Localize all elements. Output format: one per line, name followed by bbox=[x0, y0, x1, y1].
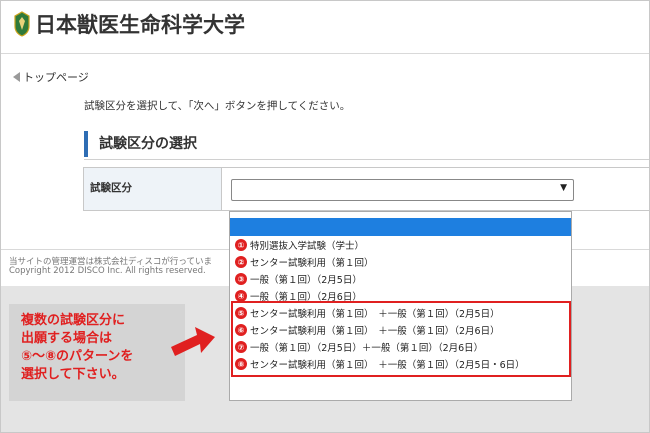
option-label: 特別選抜入学試験（学士） bbox=[250, 241, 365, 252]
callout-text: 複数の試験区分に 出願する場合は ⑤～⑧のパターンを 選択して下さい。 bbox=[21, 312, 133, 384]
site-logo[interactable]: 日本獣医生命科学大学 bbox=[13, 9, 245, 39]
callout-note: 複数の試験区分に 出願する場合は ⑤～⑧のパターンを 選択して下さい。 bbox=[9, 304, 185, 401]
university-emblem-icon bbox=[14, 11, 30, 37]
breadcrumb-label: トップページ bbox=[23, 71, 89, 84]
number-badge-icon: ② bbox=[235, 256, 247, 268]
breadcrumb-top-link[interactable]: トップページ bbox=[13, 69, 89, 85]
number-badge-icon: ③ bbox=[235, 273, 247, 285]
exam-category-form: 試験区分 ▼ bbox=[83, 167, 649, 211]
form-label-exam-category: 試験区分 bbox=[84, 168, 222, 210]
dropdown-option[interactable]: ① 特別選抜入学試験（学士） bbox=[235, 238, 364, 252]
callout-line: ⑤～⑧のパターンを bbox=[21, 349, 134, 364]
instruction-text: 試験区分を選択して、「次へ」ボタンを押してください。 bbox=[84, 100, 351, 112]
dropdown-option[interactable]: ② センター試験利用（第１回） bbox=[235, 255, 374, 269]
callout-line: 出願する場合は bbox=[21, 331, 113, 346]
dropdown-option-empty-selected[interactable] bbox=[230, 218, 571, 236]
option-label: センター試験利用（第１回） bbox=[250, 258, 374, 269]
callout-line: 選択して下さい。 bbox=[21, 367, 125, 382]
dropdown-option[interactable]: ③ 一般（第１回）（2月5日） bbox=[235, 272, 362, 286]
highlight-box-multi-patterns bbox=[231, 301, 571, 377]
page-frame: 日本獣医生命科学大学 トップページ 試験区分を選択して、「次へ」ボタンを押してく… bbox=[0, 0, 650, 433]
header-divider bbox=[1, 53, 649, 54]
footer-copyright: Copyright 2012 DISCO Inc. All rights res… bbox=[9, 266, 206, 276]
university-name: 日本獣医生命科学大学 bbox=[35, 13, 245, 37]
number-badge-icon: ① bbox=[235, 239, 247, 251]
form-cell: ▼ bbox=[222, 168, 649, 210]
section-title: 試験区分の選択 bbox=[84, 131, 649, 157]
site-header: 日本獣医生命科学大学 bbox=[1, 1, 649, 45]
exam-category-select[interactable]: ▼ bbox=[231, 179, 574, 201]
back-arrow-icon bbox=[13, 72, 20, 82]
option-label: 一般（第１回）（2月5日） bbox=[250, 275, 362, 286]
dropdown-arrow-icon: ▼ bbox=[560, 183, 567, 193]
section-divider bbox=[84, 159, 649, 160]
callout-line: 複数の試験区分に bbox=[21, 313, 126, 328]
red-arrow-icon bbox=[171, 327, 215, 356]
